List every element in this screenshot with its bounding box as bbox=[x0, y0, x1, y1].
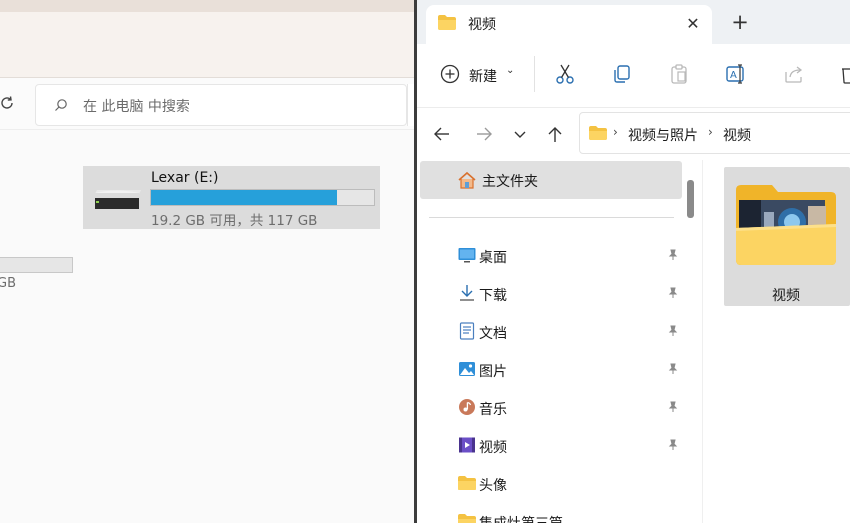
nav-item-label: 视频 bbox=[479, 440, 507, 456]
paste-icon[interactable] bbox=[668, 63, 690, 85]
nav-scrollbar-thumb[interactable] bbox=[687, 180, 694, 218]
chevron-down-icon: ⌄ bbox=[506, 65, 515, 76]
search-icon bbox=[55, 99, 67, 111]
plus-circle-icon bbox=[440, 64, 460, 84]
nav-item-pictures[interactable]: 图片 bbox=[420, 352, 682, 388]
rename-icon[interactable]: A bbox=[725, 63, 747, 85]
command-bar bbox=[0, 12, 416, 78]
nav-scrollbar[interactable] bbox=[685, 178, 697, 523]
drive-usage-fill bbox=[151, 190, 338, 205]
pin-icon bbox=[668, 287, 678, 298]
breadcrumb-item[interactable]: 视频与照片 bbox=[628, 125, 698, 145]
hard-drive-icon bbox=[95, 190, 141, 209]
cut-icon[interactable] bbox=[554, 63, 576, 85]
command-bar: 新建 ⌄ A bbox=[417, 44, 850, 108]
pane-divider bbox=[702, 160, 703, 523]
new-tab-button[interactable]: + bbox=[728, 10, 752, 34]
new-button-label: 新建 bbox=[469, 69, 497, 85]
nav-item-label: 集成灶第三篇 bbox=[479, 513, 563, 523]
folder-icon bbox=[438, 15, 456, 30]
folder-icon bbox=[458, 514, 476, 523]
chevron-right-icon: › bbox=[613, 125, 618, 139]
folder-item-videos[interactable]: 视频 bbox=[724, 167, 850, 306]
breadcrumb-item[interactable]: 视频 bbox=[723, 125, 751, 145]
nav-item-music[interactable]: 音乐 bbox=[420, 390, 682, 426]
navigation-bar: › 视频与照片 › 视频 bbox=[417, 108, 850, 160]
chevron-right-icon: › bbox=[708, 125, 713, 139]
navigation-pane: 主文件夹 桌面 下载 文档 图片 音乐 视频 头像 bbox=[417, 160, 702, 523]
folder-icon bbox=[458, 476, 476, 490]
nav-item-home[interactable]: 主文件夹 bbox=[420, 161, 682, 199]
pin-icon bbox=[668, 249, 678, 260]
back-arrow-icon[interactable] bbox=[432, 124, 452, 144]
up-arrow-icon[interactable] bbox=[545, 124, 565, 144]
share-icon[interactable] bbox=[783, 63, 805, 85]
folder-thumbnail-icon bbox=[736, 185, 836, 265]
nav-item-label: 头像 bbox=[479, 478, 507, 494]
tab-bar: 视频 ✕ + bbox=[417, 0, 850, 44]
partial-drive-usage-bar bbox=[0, 257, 73, 273]
pin-icon bbox=[668, 325, 678, 336]
breadcrumb[interactable]: › 视频与照片 › 视频 bbox=[579, 112, 850, 154]
search-placeholder: 在 此电脑 中搜索 bbox=[83, 99, 190, 115]
drive-space-info: 19.2 GB 可用，共 117 GB bbox=[151, 213, 318, 229]
drive-name: Lexar (E:) bbox=[151, 170, 219, 186]
recent-locations-chevron-icon[interactable] bbox=[510, 124, 530, 144]
nav-home-label: 主文件夹 bbox=[482, 174, 538, 190]
download-icon bbox=[460, 285, 474, 301]
command-separator bbox=[534, 56, 535, 92]
videos-icon bbox=[459, 437, 475, 453]
nav-item-label: 文档 bbox=[479, 326, 507, 342]
desktop-icon bbox=[458, 248, 476, 263]
nav-item-desktop[interactable]: 桌面 bbox=[420, 238, 682, 274]
delete-icon[interactable] bbox=[838, 63, 850, 85]
pin-icon bbox=[668, 439, 678, 450]
new-button[interactable]: 新建 ⌄ bbox=[440, 63, 520, 87]
explorer-window: 视频 ✕ + 新建 ⌄ A › 视频与照片 › 视频 主文件夹 桌面 下载 文档… bbox=[417, 0, 850, 523]
nav-item-videos[interactable]: 视频 bbox=[420, 428, 682, 464]
tab-title: 视频 bbox=[468, 17, 496, 33]
nav-item-label: 音乐 bbox=[479, 402, 507, 418]
tab-videos[interactable]: 视频 ✕ bbox=[426, 5, 712, 44]
desktop: 在 此电脑 中搜索 Lexar (E:) 19.2 GB 可用，共 117 GB… bbox=[0, 0, 850, 523]
nav-item-label: 图片 bbox=[479, 364, 507, 380]
search-input[interactable]: 在 此电脑 中搜索 bbox=[35, 84, 407, 126]
drive-usage-bar bbox=[150, 189, 375, 206]
nav-item-documents[interactable]: 文档 bbox=[420, 314, 682, 350]
pictures-icon bbox=[459, 362, 475, 376]
refresh-icon[interactable] bbox=[0, 94, 16, 112]
title-bar bbox=[0, 0, 416, 12]
close-tab-button[interactable]: ✕ bbox=[682, 13, 704, 35]
copy-icon[interactable] bbox=[611, 63, 633, 85]
documents-icon bbox=[459, 322, 475, 340]
folder-label: 视频 bbox=[772, 288, 800, 304]
pin-icon bbox=[668, 401, 678, 412]
this-pc-window: 在 此电脑 中搜索 Lexar (E:) 19.2 GB 可用，共 117 GB… bbox=[0, 0, 416, 523]
forward-arrow-icon[interactable] bbox=[474, 124, 494, 144]
nav-divider bbox=[429, 217, 674, 218]
drive-item-lexar[interactable]: Lexar (E:) 19.2 GB 可用，共 117 GB bbox=[83, 166, 380, 229]
music-icon bbox=[459, 399, 475, 415]
nav-item-label: 下载 bbox=[479, 288, 507, 304]
content-pane: 视频 bbox=[702, 160, 850, 523]
nav-item-downloads[interactable]: 下载 bbox=[420, 276, 682, 312]
nav-item-folder[interactable]: 集成灶第三篇 bbox=[420, 504, 682, 523]
home-icon bbox=[458, 171, 476, 189]
svg-text:A: A bbox=[730, 70, 737, 81]
folder-icon bbox=[589, 126, 607, 140]
pin-icon bbox=[668, 363, 678, 374]
nav-item-label: 桌面 bbox=[479, 250, 507, 266]
partial-drive-space-info: GB bbox=[0, 276, 16, 291]
nav-item-avatars[interactable]: 头像 bbox=[420, 466, 682, 502]
